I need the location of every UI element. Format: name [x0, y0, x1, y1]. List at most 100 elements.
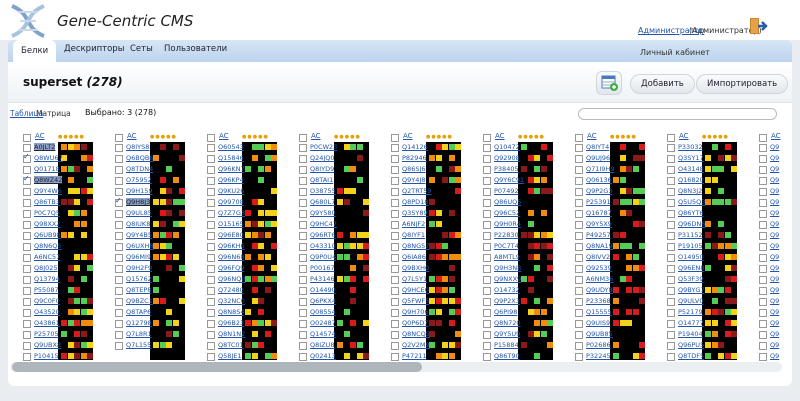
matrix-cell[interactable]: [632, 353, 639, 359]
matrix-cell[interactable]: [626, 188, 632, 194]
matrix-cell[interactable]: [343, 199, 350, 205]
row-checkbox[interactable]: [391, 287, 399, 295]
matrix-cell[interactable]: [67, 320, 74, 326]
matrix-cell[interactable]: [356, 243, 363, 249]
protein-accession-link[interactable]: Q96E80: [218, 231, 244, 239]
matrix-cell[interactable]: [251, 144, 258, 150]
matrix-cell[interactable]: [540, 232, 547, 238]
protein-accession-link[interactable]: Q72480: [218, 286, 244, 294]
ac-column-header[interactable]: AC: [587, 132, 597, 140]
matrix-cell[interactable]: [251, 298, 258, 304]
matrix-cell[interactable]: [632, 287, 639, 293]
matrix-cell[interactable]: [264, 276, 271, 282]
row-checkbox[interactable]: [115, 309, 123, 317]
matrix-cell[interactable]: [711, 166, 718, 172]
row-checkbox[interactable]: [483, 309, 491, 317]
row-checkbox[interactable]: [759, 199, 767, 207]
row-checkbox[interactable]: [391, 144, 399, 152]
matrix-cell[interactable]: [264, 287, 271, 293]
matrix-cell[interactable]: [80, 331, 87, 337]
row-checkbox[interactable]: [299, 232, 307, 240]
matrix-cell[interactable]: [166, 232, 172, 238]
matrix-cell[interactable]: [435, 166, 442, 172]
tab-descriptors[interactable]: Дескрипторы: [64, 44, 124, 54]
row-checkbox[interactable]: [667, 221, 675, 229]
matrix-cell[interactable]: [153, 254, 159, 260]
ac-column-header[interactable]: AC: [679, 132, 689, 140]
row-checkbox[interactable]: [115, 196, 123, 207]
matrix-cell[interactable]: [435, 276, 442, 282]
matrix-cell[interactable]: [166, 243, 172, 249]
matrix-cell[interactable]: [448, 353, 455, 359]
protein-accession-link[interactable]: Q7Z7G3: [218, 209, 245, 217]
matrix-cell[interactable]: [724, 320, 731, 326]
matrix-cell[interactable]: [356, 177, 363, 183]
matrix-cell[interactable]: [159, 342, 166, 348]
protein-accession-link[interactable]: Q08554: [310, 308, 336, 316]
row-checkbox[interactable]: [299, 221, 307, 229]
row-checkbox[interactable]: [299, 155, 307, 163]
matrix-cell[interactable]: [442, 254, 448, 260]
matrix-cell[interactable]: [80, 155, 87, 161]
matrix-cell[interactable]: [363, 243, 369, 249]
matrix-cell[interactable]: [711, 309, 718, 315]
matrix-cell[interactable]: [632, 166, 639, 172]
matrix-cell[interactable]: [67, 232, 74, 238]
protein-accession-link[interactable]: P00167: [310, 264, 335, 272]
row-checkbox[interactable]: [759, 353, 767, 361]
protein-accession-link[interactable]: Q9: [770, 198, 779, 206]
matrix-cell[interactable]: [613, 177, 619, 183]
protein-accession-link[interactable]: Q96C52: [494, 209, 520, 217]
matrix-cell[interactable]: [455, 144, 461, 150]
matrix-cell[interactable]: [74, 144, 80, 150]
row-checkbox[interactable]: [759, 320, 767, 328]
matrix-cell[interactable]: [429, 287, 435, 293]
protein-accession-link[interactable]: Q9: [770, 242, 779, 250]
protein-accession-link[interactable]: Q16787: [586, 209, 612, 217]
row-checkbox[interactable]: [391, 276, 399, 284]
descriptor-header-icons[interactable]: ●●●●●: [58, 134, 85, 140]
matrix-cell[interactable]: [711, 199, 718, 205]
matrix-cell[interactable]: [442, 287, 448, 293]
protein-accession-link[interactable]: Q6UXH8: [126, 242, 154, 250]
matrix-cell[interactable]: [711, 331, 718, 337]
export-table-button[interactable]: [596, 71, 622, 95]
matrix-cell[interactable]: [350, 188, 356, 194]
protein-accession-link[interactable]: Q3SY17: [678, 154, 704, 162]
protein-accession-link[interactable]: Q96FQ9: [218, 264, 244, 272]
matrix-cell[interactable]: [337, 320, 343, 326]
protein-accession-link[interactable]: Q16820: [678, 176, 704, 184]
matrix-cell[interactable]: [179, 298, 185, 304]
matrix-cell[interactable]: [87, 298, 93, 304]
matrix-cell[interactable]: [534, 353, 540, 359]
matrix-cell[interactable]: [429, 309, 435, 315]
row-checkbox[interactable]: [115, 221, 123, 229]
matrix-cell[interactable]: [724, 287, 731, 293]
matrix-cell[interactable]: [455, 309, 461, 315]
matrix-cell[interactable]: [363, 210, 369, 216]
matrix-cell[interactable]: [80, 232, 87, 238]
matrix-cell[interactable]: [540, 243, 547, 249]
matrix-cell[interactable]: [448, 265, 455, 271]
tab-users[interactable]: Пользователи: [164, 44, 227, 54]
matrix-cell[interactable]: [80, 210, 87, 216]
matrix-cell[interactable]: [613, 320, 619, 326]
matrix-cell[interactable]: [711, 243, 718, 249]
ac-column-header[interactable]: AC: [403, 132, 413, 140]
matrix-cell[interactable]: [429, 199, 435, 205]
protein-accession-link[interactable]: Q9UL85: [126, 209, 152, 217]
matrix-cell[interactable]: [632, 155, 639, 161]
ac-column-header[interactable]: AC: [127, 132, 137, 140]
matrix-cell[interactable]: [639, 265, 645, 271]
matrix-cell[interactable]: [527, 276, 534, 282]
matrix-cell[interactable]: [455, 331, 461, 337]
matrix-cell[interactable]: [534, 166, 540, 172]
protein-accession-link[interactable]: Q9Y4J8: [402, 176, 425, 184]
matrix-cell[interactable]: [245, 276, 251, 282]
matrix-cell[interactable]: [429, 155, 435, 161]
protein-accession-link[interactable]: Q8N6Q5: [34, 242, 62, 250]
matrix-cell[interactable]: [534, 309, 540, 315]
row-checkbox[interactable]: [759, 265, 767, 273]
matrix-cell[interactable]: [159, 210, 166, 216]
matrix-cell[interactable]: [61, 353, 67, 359]
